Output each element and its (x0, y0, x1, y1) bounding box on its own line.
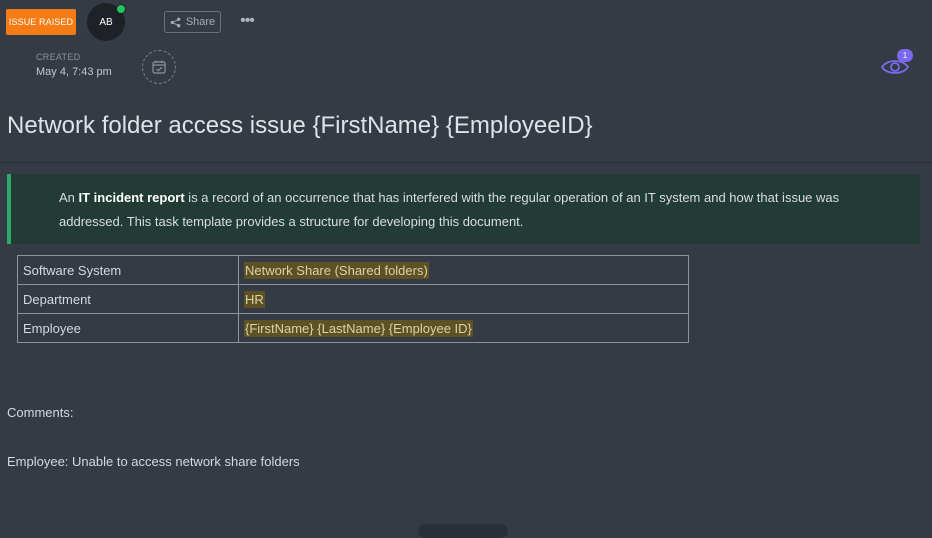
callout-text: An IT incident report is a record of an … (59, 186, 896, 234)
status-button[interactable]: ISSUE RAISED (6, 9, 76, 35)
created-label: CREATED (36, 52, 81, 62)
table-row: Department HR (17, 284, 689, 314)
presence-dot-icon (116, 4, 126, 14)
share-label: Share (185, 16, 216, 28)
share-icon (170, 17, 181, 27)
info-table: Software System Network Share (Shared fo… (17, 255, 689, 343)
table-key-cell: Department (17, 284, 239, 314)
highlighted-value: Network Share (Shared folders) (244, 261, 429, 279)
table-key-cell: Employee (17, 313, 239, 343)
table-row: Software System Network Share (Shared fo… (17, 255, 689, 285)
task-toolbar: ISSUE RAISED AB Share ••• (0, 0, 932, 44)
highlighted-value: {FirstName} {LastName} {Employee ID} (244, 319, 473, 337)
table-value-cell: {FirstName} {LastName} {Employee ID} (238, 313, 689, 343)
watchers-count-badge: 1 (897, 49, 913, 62)
highlighted-value: HR (244, 290, 265, 308)
callout-block: An IT incident report is a record of an … (7, 174, 920, 244)
calendar-check-icon (152, 60, 166, 74)
callout-prefix: An (59, 190, 79, 205)
callout-bold-term: IT incident report (78, 190, 185, 205)
table-value-cell: Network Share (Shared folders) (238, 255, 689, 285)
task-title[interactable]: Network folder access issue {FirstName} … (7, 112, 593, 140)
comment-text: Employee: Unable to access network share… (7, 454, 300, 469)
table-row: Employee {FirstName} {LastName} {Employe… (17, 313, 689, 343)
more-icon: ••• (240, 12, 255, 29)
share-button[interactable]: Share (164, 11, 221, 33)
due-date-button[interactable] (142, 50, 176, 84)
header-divider (0, 162, 932, 163)
created-date: May 4, 7:43 pm (36, 66, 112, 78)
table-key-cell: Software System (17, 255, 239, 285)
table-value-cell: HR (238, 284, 689, 314)
bottom-drawer-handle[interactable] (418, 524, 508, 538)
comments-label: Comments: (7, 405, 74, 420)
created-meta: CREATED May 4, 7:43 pm (36, 52, 112, 78)
more-options-button[interactable]: ••• (235, 9, 259, 33)
